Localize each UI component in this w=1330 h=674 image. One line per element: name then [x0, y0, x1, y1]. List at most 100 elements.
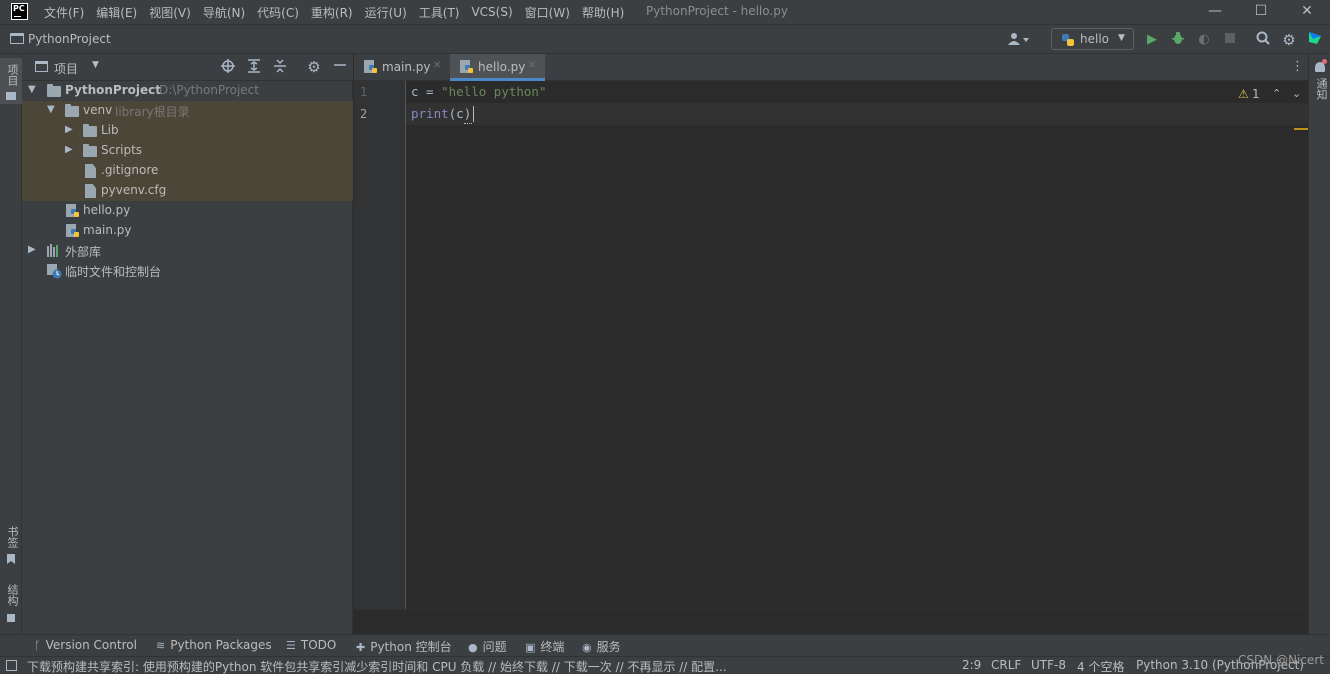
- panel-settings-gear-icon[interactable]: ⚙: [306, 59, 322, 75]
- tree-item-label: pyvenv.cfg: [101, 183, 167, 197]
- tree-item-hello-py[interactable]: hello.py: [22, 201, 353, 221]
- debug-icon[interactable]: [1169, 31, 1187, 49]
- menu-help[interactable]: 帮助(H): [576, 4, 630, 21]
- library-icon: [47, 244, 58, 257]
- structure-icon[interactable]: [7, 614, 15, 622]
- inspection-underline: [464, 121, 472, 124]
- folder-icon: [83, 124, 97, 137]
- run-configuration-dropdown[interactable]: hello ▼: [1051, 28, 1134, 50]
- search-icon[interactable]: [1254, 31, 1272, 49]
- tree-item-gitignore[interactable]: .gitignore: [22, 161, 353, 181]
- minimize-button[interactable]: —: [1192, 0, 1238, 24]
- python-packages-tab[interactable]: ≋ Python Packages: [156, 638, 272, 652]
- tree-item-pythonproject[interactable]: ▼ PythonProject D:\PythonProject: [22, 81, 353, 101]
- locate-file-icon[interactable]: [220, 59, 236, 75]
- breadcrumb-project[interactable]: PythonProject: [28, 32, 111, 46]
- coverage-icon[interactable]: ◐: [1195, 31, 1213, 49]
- menu-file[interactable]: 文件(F): [38, 4, 90, 21]
- caret-position[interactable]: 2:9: [962, 658, 981, 672]
- text-caret: [473, 106, 474, 122]
- chevron-down-icon[interactable]: ▼: [47, 104, 57, 115]
- file-encoding[interactable]: UTF-8: [1031, 658, 1066, 672]
- inspection-widget[interactable]: ⚠ 1 ⌃ ⌄: [1238, 87, 1304, 103]
- problems-tab[interactable]: ● 问题: [468, 638, 507, 655]
- tree-item-main-py[interactable]: main.py: [22, 221, 353, 241]
- services-tab[interactable]: ◉ 服务: [582, 638, 621, 655]
- bookmarks-tool-tab[interactable]: 书签: [4, 526, 20, 548]
- tree-item-venv[interactable]: ▼ venv library根目录: [22, 101, 353, 121]
- close-tab-icon[interactable]: ✕: [433, 60, 441, 71]
- menu-bar: 文件(F) 编辑(E) 视图(V) 导航(N) 代码(C) 重构(R) 运行(U…: [38, 0, 630, 24]
- tree-item-scripts[interactable]: ▶ Scripts: [22, 141, 353, 161]
- menu-code[interactable]: 代码(C): [251, 4, 305, 21]
- account-icon[interactable]: [1008, 32, 1034, 48]
- tool-window-label: 问题: [482, 640, 507, 654]
- notifications-tool-tab[interactable]: 通知: [1313, 78, 1329, 100]
- tree-item-label: 临时文件和控制台: [65, 265, 162, 279]
- folder-icon: [6, 92, 16, 100]
- expand-all-icon[interactable]: [246, 59, 262, 75]
- menu-tools[interactable]: 工具(T): [413, 4, 466, 21]
- chevron-down-icon[interactable]: ⌄: [1292, 87, 1301, 100]
- menu-vcs[interactable]: VCS(S): [465, 5, 518, 19]
- code-line-2[interactable]: print(c): [411, 106, 471, 121]
- close-button[interactable]: ✕: [1284, 0, 1330, 24]
- scrollbar-warning-marker[interactable]: [1294, 128, 1308, 130]
- collapse-all-icon[interactable]: [272, 59, 288, 75]
- run-icon[interactable]: ▶: [1143, 31, 1161, 49]
- project-tool-tab[interactable]: 项目: [0, 58, 22, 104]
- terminal-tab[interactable]: ▣ 终端: [525, 638, 564, 655]
- menu-refactor[interactable]: 重构(R): [305, 4, 359, 21]
- tab-main-py[interactable]: main.py ✕: [354, 54, 450, 81]
- settings-gear-icon[interactable]: ⚙: [1280, 31, 1298, 49]
- jetbrains-toolbox-icon[interactable]: [1306, 31, 1324, 49]
- chevron-down-icon[interactable]: ▼: [92, 60, 99, 70]
- status-message[interactable]: 下载预构建共享索引: 使用预构建的Python 软件包共享索引减少索引时间和 C…: [27, 658, 727, 674]
- chevron-down-icon[interactable]: ▼: [28, 84, 38, 95]
- hide-panel-icon[interactable]: [332, 59, 348, 75]
- indent-setting[interactable]: 4 个空格: [1077, 658, 1124, 674]
- navigation-bar: PythonProject hello ▼ ▶ ◐ ⚙: [0, 24, 1330, 54]
- bookmark-icon[interactable]: [7, 554, 15, 564]
- project-panel-header: 项目 ▼ ⚙: [22, 54, 353, 81]
- project-tool-window: 项目 ▼ ⚙ ▼ PythonProject D:\PythonProject …: [22, 54, 353, 634]
- menu-window[interactable]: 窗口(W): [519, 4, 576, 21]
- close-tab-icon[interactable]: ✕: [528, 60, 536, 71]
- python-console-tab[interactable]: ✚ Python 控制台: [356, 638, 452, 655]
- toggle-tool-windows-icon[interactable]: [6, 660, 17, 671]
- chevron-right-icon[interactable]: ▶: [28, 244, 38, 255]
- project-folder-icon: [10, 33, 24, 44]
- chevron-up-icon[interactable]: ⌃: [1272, 87, 1281, 100]
- line-separator[interactable]: CRLF: [991, 658, 1021, 672]
- code-editor[interactable]: c = "hello python" print(c) ⚠ 1 ⌃ ⌄: [406, 81, 1308, 609]
- menu-edit[interactable]: 编辑(E): [90, 4, 143, 21]
- tree-item-external-libraries[interactable]: ▶ 外部库: [22, 241, 353, 261]
- tool-window-bar: ᚴ Version Control ≋ Python Packages ☰ TODO …: [0, 634, 1330, 656]
- tree-item-scratches[interactable]: 临时文件和控制台: [22, 261, 353, 281]
- menu-navigate[interactable]: 导航(N): [197, 4, 251, 21]
- tab-label: hello.py: [478, 60, 526, 74]
- code-line-1[interactable]: c = "hello python": [411, 84, 546, 99]
- python-file-icon: [460, 60, 473, 73]
- tree-item-pyvenv-cfg[interactable]: pyvenv.cfg: [22, 181, 353, 201]
- chevron-right-icon[interactable]: ▶: [65, 144, 75, 155]
- current-line-highlight: [406, 103, 1308, 125]
- chevron-right-icon[interactable]: ▶: [65, 124, 75, 135]
- menu-run[interactable]: 运行(U): [359, 4, 413, 21]
- maximize-button[interactable]: ☐: [1238, 0, 1284, 24]
- python-file-icon: [364, 60, 377, 73]
- version-control-tab[interactable]: ᚴ Version Control: [34, 638, 137, 652]
- tree-item-lib[interactable]: ▶ Lib: [22, 121, 353, 141]
- project-panel-title[interactable]: 项目: [54, 60, 78, 77]
- tab-label: main.py: [382, 60, 431, 74]
- menu-view[interactable]: 视图(V): [143, 4, 197, 21]
- stop-icon[interactable]: [1221, 31, 1239, 49]
- tool-window-label: 服务: [596, 640, 621, 654]
- structure-tool-tab[interactable]: 结构: [4, 584, 20, 606]
- right-tool-stripe: 通知: [1308, 54, 1330, 634]
- tab-hello-py[interactable]: hello.py ✕: [450, 54, 545, 81]
- more-options-icon[interactable]: ⋮: [1291, 59, 1304, 74]
- todo-tab[interactable]: ☰ TODO: [286, 638, 336, 652]
- scratches-icon: [47, 264, 62, 279]
- python-file-icon: [66, 224, 79, 237]
